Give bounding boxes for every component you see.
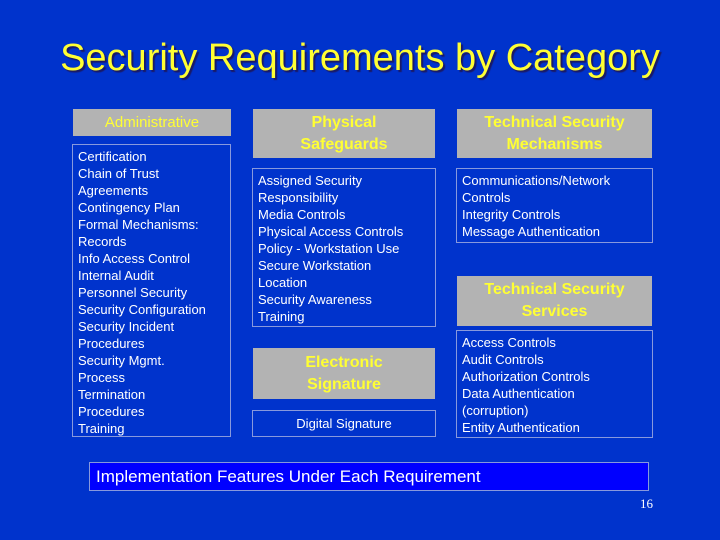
technical-services-header-line2: Services [521, 303, 588, 320]
page-number: 16 [640, 496, 653, 511]
technical-mechanisms-header: Technical Security Mechanisms [457, 109, 652, 158]
physical-safeguards-header: Physical Safeguards [253, 109, 435, 158]
list-item: Info Access Control [78, 251, 190, 266]
list-item: Authorization Controls [462, 369, 590, 384]
list-item: Communications/Network [462, 173, 611, 188]
list-item: Audit Controls [462, 352, 544, 367]
administrative-header-label: Administrative [104, 114, 200, 131]
list-item: Termination [78, 387, 146, 402]
list-item: Media Controls [258, 207, 346, 222]
list-item: (corruption) [462, 403, 529, 418]
list-item: Security Awareness [258, 292, 372, 307]
physical-header-line2: Safeguards [300, 135, 388, 153]
list-item: Security Incident [78, 319, 175, 334]
list-item: Process [78, 370, 125, 385]
list-item: Assigned Security [258, 173, 363, 188]
list-item: Access Controls [462, 335, 556, 350]
administrative-list: Certification Chain of Trust Agreements Con… [72, 144, 231, 437]
technical-mechanisms-header-line1: Technical Security [484, 113, 625, 131]
list-item: Records [78, 234, 127, 249]
list-item: Contingency Plan [78, 200, 180, 215]
list-item: Security Mgmt. [78, 353, 165, 368]
physical-safeguards-list: Assigned Security Responsibility Media Con… [252, 168, 436, 327]
list-item: Security Configuration [78, 302, 206, 317]
list-item: Training [258, 309, 305, 324]
list-item: Responsibility [258, 190, 339, 205]
administrative-header: Administrative [73, 109, 231, 136]
implementation-note: Implementation Features Under Each Requi… [89, 462, 649, 491]
electronic-signature-header: Electronic Signature [253, 348, 435, 399]
list-item: Personnel Security [78, 285, 188, 300]
list-item: Agreements [78, 183, 149, 198]
list-item: Internal Audit [78, 268, 154, 283]
technical-services-list: Access Controls Audit Controls Authorizati… [456, 330, 653, 438]
list-item: Procedures [78, 336, 145, 351]
list-item: Policy - Workstation Use [258, 241, 400, 256]
list-item: Controls [462, 190, 511, 205]
list-item: Data Authentication [462, 386, 575, 401]
technical-mechanisms-header-line2: Mechanisms [506, 135, 603, 153]
list-item: Entity Authentication [462, 420, 580, 435]
list-item: Integrity Controls [462, 207, 561, 222]
implementation-note-text: Implementation Features Under Each Requi… [96, 467, 481, 486]
list-item: Digital Signature [296, 416, 392, 431]
list-item: Secure Workstation [258, 258, 372, 273]
physical-header-line1: Physical [311, 113, 377, 131]
list-item: Certification [78, 149, 147, 164]
technical-services-header: Technical Security Services [457, 276, 652, 326]
electronic-header-line2: Signature [307, 375, 381, 393]
technical-services-header-line1: Technical Security [484, 281, 625, 298]
list-item: Physical Access Controls [258, 224, 404, 239]
list-item: Location [258, 275, 308, 290]
electronic-header-line1: Electronic [305, 353, 383, 371]
technical-mechanisms-list: Communications/Network Controls Integrity … [456, 168, 653, 243]
list-item: Chain of Trust [78, 166, 159, 181]
electronic-signature-list: Digital Signature [252, 410, 436, 437]
slide-title: Security Requirements by Category [60, 37, 660, 79]
list-item: Training [78, 421, 125, 436]
list-item: Message Authentication [462, 224, 601, 239]
list-item: Procedures [78, 404, 145, 419]
list-item: Formal Mechanisms: [78, 217, 199, 232]
